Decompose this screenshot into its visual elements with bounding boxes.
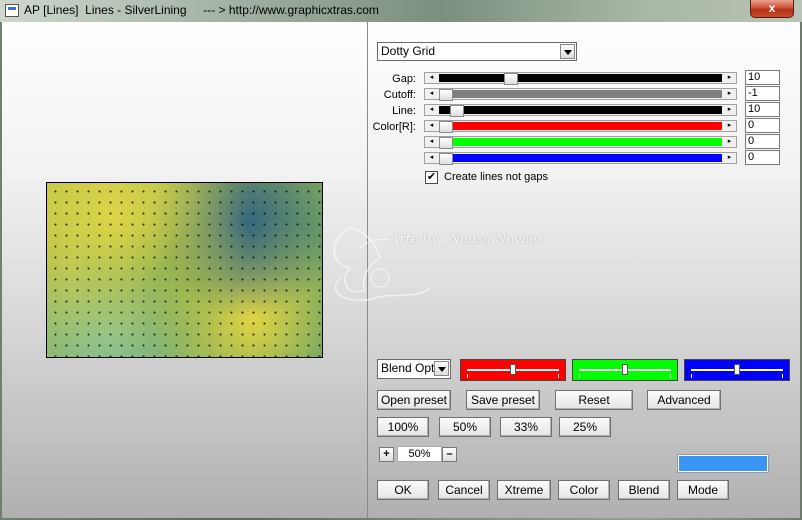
- zoom-out-button[interactable]: –: [442, 447, 457, 462]
- reset-button[interactable]: Reset: [555, 390, 633, 410]
- checkmark-icon: ✔: [426, 171, 437, 183]
- tick-mark: [467, 374, 468, 378]
- zoom-100-button[interactable]: 100%: [377, 417, 429, 437]
- color-b-value[interactable]: 0: [745, 150, 780, 165]
- preview-image[interactable]: [46, 182, 323, 358]
- blend-red-thumb[interactable]: [510, 364, 516, 375]
- color-r-label: Color[R]:: [372, 121, 416, 133]
- line-label: Line:: [392, 105, 416, 117]
- blend-blue-thumb[interactable]: [734, 364, 740, 375]
- plugin-window: AP [Lines] Lines - SilverLining --- > ht…: [0, 0, 802, 520]
- chevron-down-icon[interactable]: [434, 361, 449, 376]
- chevron-down-icon[interactable]: [560, 44, 575, 59]
- slider-left-arrow-icon[interactable]: ◂: [425, 105, 438, 115]
- color-b-slider[interactable]: ◂ ▸: [424, 152, 737, 165]
- tick-mark: [579, 374, 580, 378]
- open-preset-button[interactable]: Open preset: [377, 390, 451, 410]
- color-g-slider[interactable]: ◂ ▸: [424, 136, 737, 149]
- line-slider-thumb[interactable]: [450, 105, 464, 117]
- tick-mark: [558, 374, 559, 378]
- color-r-value[interactable]: 0: [745, 118, 780, 133]
- close-button[interactable]: x: [750, 0, 794, 18]
- gap-slider-track[interactable]: [439, 73, 722, 85]
- advanced-button[interactable]: Advanced: [647, 390, 721, 410]
- window-title: AP [Lines] Lines - SilverLining --- > ht…: [24, 3, 379, 17]
- gap-label: Gap:: [392, 73, 416, 85]
- ok-button[interactable]: OK: [377, 480, 429, 500]
- color-r-slider[interactable]: ◂ ▸: [424, 120, 737, 133]
- blend-green-thumb[interactable]: [622, 364, 628, 375]
- slider-right-arrow-icon[interactable]: ▸: [723, 89, 736, 99]
- mode-button[interactable]: Mode: [677, 480, 729, 500]
- save-preset-button[interactable]: Save preset: [466, 390, 540, 410]
- zoom-25-button[interactable]: 25%: [559, 417, 611, 437]
- slider-left-arrow-icon[interactable]: ◂: [425, 153, 438, 163]
- blend-green-slider[interactable]: [572, 359, 678, 381]
- cancel-button[interactable]: Cancel: [438, 480, 490, 500]
- cutoff-slider[interactable]: ◂ ▸: [424, 88, 737, 101]
- color-g-value[interactable]: 0: [745, 134, 780, 149]
- client-area: Dotty Grid Gap: ◂ ▸ 10 Cutoff: ◂ ▸ -1 Li…: [2, 22, 800, 518]
- color-r-slider-thumb[interactable]: [439, 121, 453, 133]
- slider-left-arrow-icon[interactable]: ◂: [425, 137, 438, 147]
- color-b-slider-thumb[interactable]: [439, 153, 453, 165]
- slider-left-arrow-icon[interactable]: ◂: [425, 73, 438, 83]
- watermark: Arte by _Neusa Novaes: [320, 218, 560, 308]
- line-value[interactable]: 10: [745, 102, 780, 117]
- color-swatch[interactable]: [677, 454, 769, 473]
- zoom-50-button[interactable]: 50%: [439, 417, 491, 437]
- blend-blue-slider[interactable]: [684, 359, 790, 381]
- slider-right-arrow-icon[interactable]: ▸: [723, 73, 736, 83]
- cutoff-label: Cutoff:: [383, 89, 416, 101]
- slider-right-arrow-icon[interactable]: ▸: [723, 137, 736, 147]
- color-r-slider-track[interactable]: [439, 121, 722, 133]
- cutoff-value[interactable]: -1: [745, 86, 780, 101]
- title-bar[interactable]: AP [Lines] Lines - SilverLining --- > ht…: [0, 0, 802, 22]
- gap-slider[interactable]: ◂ ▸: [424, 72, 737, 85]
- create-lines-label: Create lines not gaps: [444, 171, 548, 183]
- slider-right-arrow-icon[interactable]: ▸: [723, 121, 736, 131]
- filter-select-value: Dotty Grid: [381, 44, 436, 58]
- color-button[interactable]: Color: [558, 480, 610, 500]
- slider-left-arrow-icon[interactable]: ◂: [425, 121, 438, 131]
- slider-left-arrow-icon[interactable]: ◂: [425, 89, 438, 99]
- blend-button[interactable]: Blend: [618, 480, 670, 500]
- gap-slider-thumb[interactable]: [504, 73, 518, 85]
- blend-red-slider[interactable]: [460, 359, 566, 381]
- color-g-slider-track[interactable]: [439, 137, 722, 149]
- color-g-slider-thumb[interactable]: [439, 137, 453, 149]
- watermark-text: Arte by _Neusa Novaes: [390, 232, 544, 247]
- tick-mark: [670, 374, 671, 378]
- blend-options-select[interactable]: Blend Optio: [377, 359, 451, 379]
- create-lines-checkbox[interactable]: ✔: [425, 171, 438, 184]
- preview-panel: [2, 22, 368, 518]
- tick-mark: [691, 374, 692, 378]
- tick-mark: [782, 374, 783, 378]
- line-slider[interactable]: ◂ ▸: [424, 104, 737, 117]
- cutoff-slider-thumb[interactable]: [439, 89, 453, 101]
- color-b-slider-track[interactable]: [439, 153, 722, 165]
- filter-select[interactable]: Dotty Grid: [377, 42, 577, 61]
- zoom-field[interactable]: 50%: [397, 446, 442, 462]
- zoom-33-button[interactable]: 33%: [500, 417, 552, 437]
- app-icon: [5, 4, 19, 17]
- gap-value[interactable]: 10: [745, 70, 780, 85]
- zoom-in-button[interactable]: +: [379, 447, 394, 462]
- slider-right-arrow-icon[interactable]: ▸: [723, 153, 736, 163]
- cutoff-slider-track[interactable]: [439, 89, 722, 101]
- slider-right-arrow-icon[interactable]: ▸: [723, 105, 736, 115]
- line-slider-track[interactable]: [439, 105, 722, 117]
- xtreme-button[interactable]: Xtreme: [497, 480, 551, 500]
